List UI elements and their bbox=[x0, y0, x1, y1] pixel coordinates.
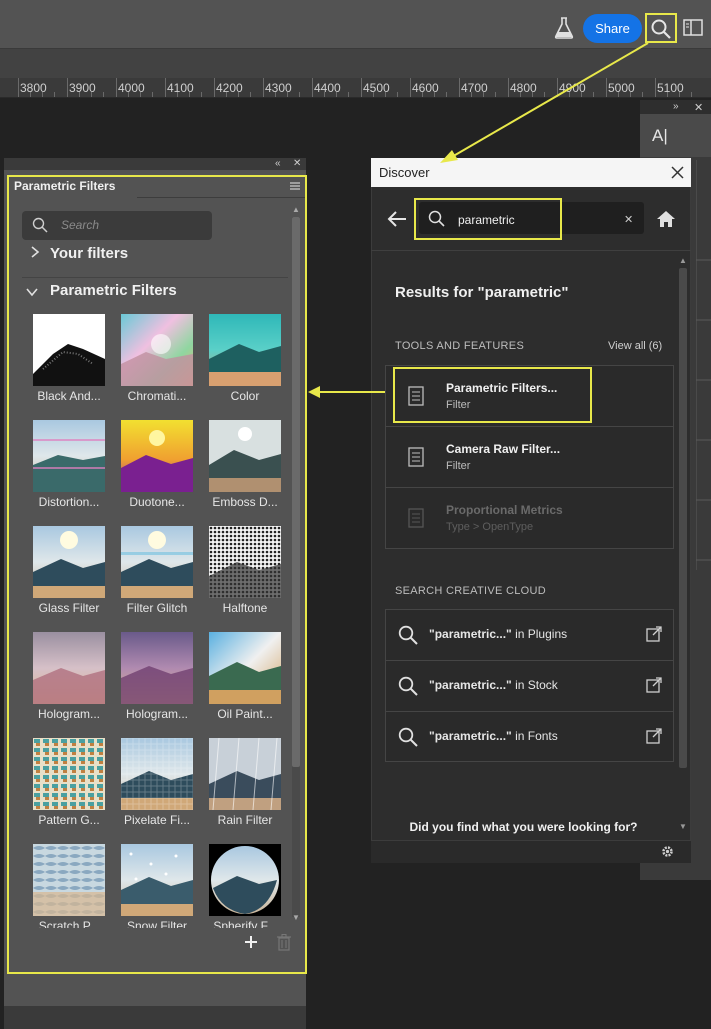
arrow-head bbox=[440, 150, 458, 163]
arrow-head bbox=[308, 386, 320, 398]
callout-arrows bbox=[308, 42, 649, 398]
